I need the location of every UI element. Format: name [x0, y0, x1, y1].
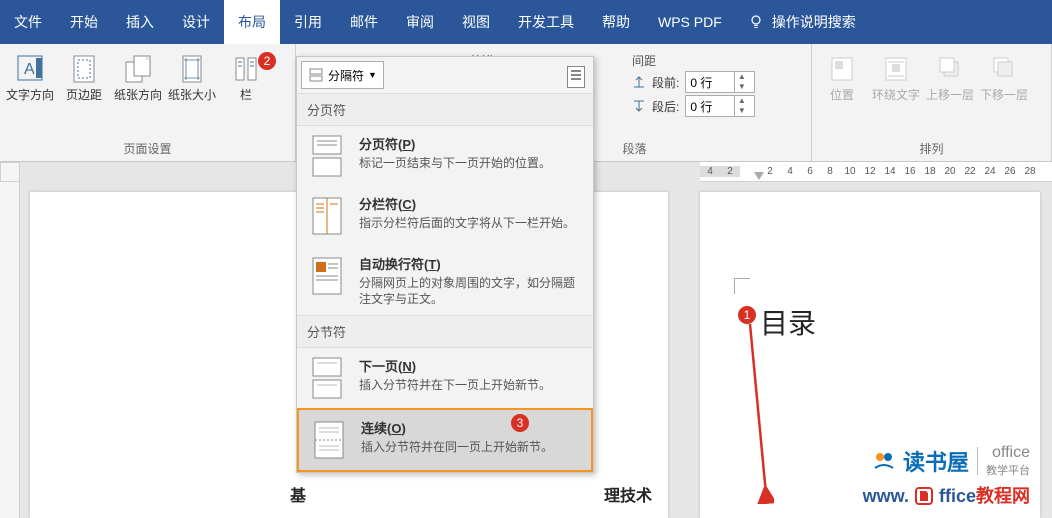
tab-references[interactable]: 引用 — [280, 0, 336, 44]
indent-marker-icon[interactable] — [754, 172, 764, 182]
spacing-after-spinner[interactable]: ▲▼ — [685, 95, 755, 117]
tab-home[interactable]: 开始 — [56, 0, 112, 44]
horizontal-ruler[interactable]: 42 246 81012 141618 202224 2628 — [700, 162, 1052, 182]
spacing-after-icon — [632, 99, 646, 113]
annotation-2: 2 — [258, 52, 276, 70]
spacing-before-icon — [632, 75, 646, 89]
group-arrange: 位置 环绕文字 上移一层 下移一层 排列 — [812, 44, 1052, 161]
column-break-item[interactable]: 分栏符(C)指示分栏符后面的文字将从下一栏开始。 — [297, 186, 593, 246]
office-logo-icon — [914, 486, 934, 506]
vertical-ruler[interactable] — [0, 182, 20, 518]
wrap-text-button[interactable]: 环绕文字 — [870, 48, 922, 104]
tab-review[interactable]: 审阅 — [392, 0, 448, 44]
tab-view[interactable]: 视图 — [448, 0, 504, 44]
annotation-arrow — [744, 314, 774, 504]
columns-button[interactable]: 栏 2 — [220, 48, 272, 104]
watermark-logo: 读书屋 office教学平台 www. ffice教程网 — [863, 444, 1030, 508]
svg-text:A: A — [24, 61, 35, 78]
text-direction-button[interactable]: A 文字方向 — [4, 48, 56, 104]
doc-text-right: 理技术 — [604, 482, 652, 506]
next-page-break-item[interactable]: 下一页(N)插入分节符并在下一页上开始新节。 — [297, 348, 593, 408]
tab-file[interactable]: 文件 — [0, 0, 56, 44]
breaks-button[interactable]: 分隔符 ▼ — [301, 61, 384, 89]
page-break-item[interactable]: 分页符(P)标记一页结束与下一页开始的位置。 — [297, 126, 593, 186]
chevron-down-icon: ▼ — [368, 70, 377, 80]
tab-mailings[interactable]: 邮件 — [336, 0, 392, 44]
tab-help[interactable]: 帮助 — [588, 0, 644, 44]
size-button[interactable]: 纸张大小 — [166, 48, 218, 104]
group-page-setup: A 文字方向 页边距 纸张方向 纸张大小 栏 2 页面设置 — [0, 44, 296, 161]
orientation-button[interactable]: 纸张方向 — [112, 48, 164, 104]
tab-wpspdf[interactable]: WPS PDF — [644, 0, 736, 44]
tab-design[interactable]: 设计 — [168, 0, 224, 44]
tab-developer[interactable]: 开发工具 — [504, 0, 588, 44]
spacing-before-spinner[interactable]: ▲▼ — [685, 71, 755, 93]
group-label-page-setup: 页面设置 — [0, 136, 295, 161]
group-label-arrange: 排列 — [812, 136, 1051, 161]
tab-layout[interactable]: 布局 — [224, 0, 280, 44]
annotation-3: 3 — [511, 414, 529, 432]
ruler-corner — [0, 162, 20, 182]
position-button[interactable]: 位置 — [816, 48, 868, 104]
document-icon[interactable] — [567, 66, 585, 88]
lightbulb-icon — [748, 14, 764, 30]
page-margin-marker — [734, 278, 750, 294]
page-right[interactable]: 目录 1 读书屋 office教学平台 www. ffice教程网 — [700, 192, 1040, 518]
ribbon-tab-bar: 文件 开始 插入 设计 布局 引用 邮件 审阅 视图 开发工具 帮助 WPS P… — [0, 0, 1052, 44]
text-wrapping-break-item[interactable]: 自动换行符(T)分隔网页上的对象周围的文字，如分隔题注文字与正文。 — [297, 246, 593, 315]
bring-forward-button[interactable]: 上移一层 — [924, 48, 976, 104]
dushu-icon — [873, 450, 895, 472]
page-breaks-header: 分页符 — [297, 93, 593, 126]
doc-text-left: 基 — [290, 482, 306, 506]
breaks-dropdown: 分隔符 ▼ 分页符 分页符(P)标记一页结束与下一页开始的位置。 分栏符(C)指… — [296, 56, 594, 473]
margins-button[interactable]: 页边距 — [58, 48, 110, 104]
breaks-icon — [308, 67, 324, 83]
section-breaks-header: 分节符 — [297, 315, 593, 348]
tab-insert[interactable]: 插入 — [112, 0, 168, 44]
continuous-break-item[interactable]: 连续(O)插入分节符并在同一页上开始新节。 3 — [297, 408, 593, 472]
tell-me-search[interactable]: 操作说明搜索 — [748, 12, 856, 32]
send-backward-button[interactable]: 下移一层 — [978, 48, 1030, 104]
spacing-header: 间距 — [632, 52, 796, 69]
